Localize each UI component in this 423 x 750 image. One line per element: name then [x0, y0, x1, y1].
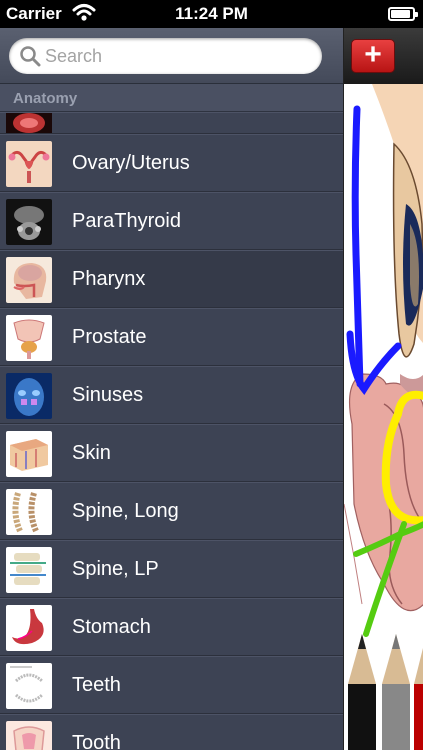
- skin-thumbnail: [6, 431, 52, 477]
- list-item[interactable]: Teeth: [0, 656, 343, 714]
- list-item[interactable]: Prostate: [0, 308, 343, 366]
- search-icon: [20, 46, 41, 67]
- list-item[interactable]: Pharynx: [0, 250, 343, 308]
- spine-lp-thumbnail: [6, 547, 52, 593]
- battery-icon: [388, 7, 418, 21]
- list-item[interactable]: Ovary/Uterus: [0, 134, 343, 192]
- add-button[interactable]: +: [351, 39, 395, 73]
- list-item[interactable]: Spine, Long: [0, 482, 343, 540]
- list-item[interactable]: Spine, LP: [0, 540, 343, 598]
- list-item-label: Skin: [72, 442, 111, 464]
- drawing-toolbar: +: [344, 28, 423, 84]
- list-item-label: Teeth: [72, 674, 121, 696]
- spine-long-thumbnail: [6, 489, 52, 535]
- list-item[interactable]: ParaThyroid: [0, 192, 343, 250]
- list-item-label: Spine, Long: [72, 500, 179, 522]
- drawing-canvas[interactable]: [344, 84, 423, 750]
- list-item[interactable]: Tooth: [0, 714, 343, 750]
- list-item[interactable]: Stomach: [0, 598, 343, 656]
- organ-thumbnail: [6, 113, 52, 133]
- stomach-thumbnail: [6, 605, 52, 651]
- list-item-label: Pharynx: [72, 268, 146, 290]
- list-item[interactable]: [0, 112, 343, 134]
- tooth-thumbnail: [6, 721, 52, 750]
- list-item-label: Ovary/Uterus: [72, 152, 190, 174]
- clock: 11:24 PM: [175, 4, 248, 23]
- search-bar: [0, 28, 343, 84]
- list-item[interactable]: Sinuses: [0, 366, 343, 424]
- list-item[interactable]: Skin: [0, 424, 343, 482]
- sinuses-thumbnail: [6, 373, 52, 419]
- drawing-pane: +: [343, 28, 423, 750]
- list-item-label: Sinuses: [72, 384, 144, 406]
- list-item-label: Spine, LP: [72, 558, 159, 580]
- uterus-thumbnail: [6, 141, 52, 187]
- pharynx-thumbnail: [6, 257, 52, 303]
- prostate-thumbnail: [6, 315, 52, 361]
- status-bar: Carrier 11:24 PM: [0, 0, 423, 28]
- sidebar: Anatomy Ovary/Uterus: [0, 28, 343, 750]
- list-item-label: Stomach: [72, 616, 151, 638]
- list-item-label: Prostate: [72, 326, 147, 348]
- search-input[interactable]: [45, 38, 315, 74]
- parathyroid-thumbnail: [6, 199, 52, 245]
- anatomy-list: Ovary/Uterus ParaThyroid Pharynx Prostat…: [0, 84, 343, 750]
- search-field[interactable]: [9, 38, 322, 74]
- list-item-label: ParaThyroid: [72, 210, 181, 232]
- list-item-label: Tooth: [72, 732, 121, 750]
- teeth-thumbnail: [6, 663, 52, 709]
